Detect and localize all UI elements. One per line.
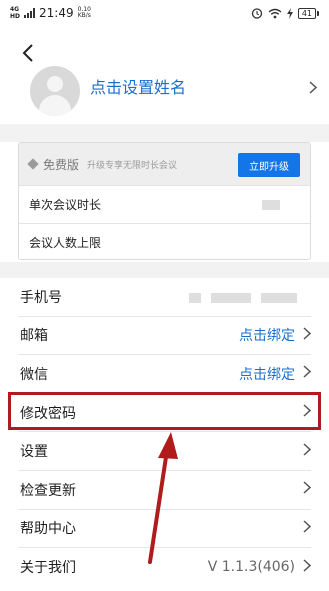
redacted-value — [262, 200, 280, 210]
status-left: 4G HD 21:49 0.10 KB/s — [10, 6, 91, 20]
menu-item-help-center[interactable]: 帮助中心 — [18, 510, 312, 549]
plan-row-label: 单次会议时长 — [29, 198, 102, 212]
menu-item-label: 手机号 — [20, 289, 62, 306]
menu-item-email[interactable]: 邮箱 点击绑定 — [18, 317, 312, 356]
network-tag: 4G — [10, 6, 20, 13]
network-tag-hd: HD — [10, 13, 21, 20]
section-divider — [0, 262, 329, 278]
charging-bolt-icon — [286, 7, 293, 19]
menu-item-label: 帮助中心 — [20, 521, 76, 538]
battery-level: 41 — [297, 7, 316, 19]
menu-item-label: 微信 — [20, 366, 48, 383]
plan-header: 免费版 升级专享无限时长会议 立即升级 — [19, 143, 310, 185]
chevron-right-icon — [303, 365, 312, 382]
battery-tip — [317, 10, 319, 16]
menu-item-label: 邮箱 — [20, 328, 48, 345]
plan-name: 免费版 — [43, 157, 80, 172]
diamond-icon — [27, 158, 39, 170]
speed-unit: KB/s — [77, 12, 91, 19]
status-right: 41 — [251, 7, 319, 19]
annotation-highlight-box — [8, 392, 321, 430]
bind-wechat-link[interactable]: 点击绑定 — [239, 364, 295, 384]
chevron-right-icon — [303, 443, 312, 460]
avatar-shoulders — [39, 95, 71, 116]
plan-row-duration: 单次会议时长 — [19, 185, 310, 223]
plan-row-participants: 会议人数上限 — [19, 223, 310, 259]
plan-row-label: 会议人数上限 — [29, 236, 102, 250]
plan-card: 免费版 升级专享无限时长会议 立即升级 单次会议时长 会议人数上限 — [18, 142, 311, 260]
alarm-icon — [251, 8, 262, 19]
signal-icon — [24, 8, 36, 18]
status-time: 21:49 — [39, 6, 74, 20]
section-divider — [0, 124, 329, 142]
avatar[interactable] — [30, 66, 80, 116]
chevron-right-icon — [303, 520, 312, 537]
menu-item-phone[interactable]: 手机号 — [18, 278, 311, 317]
battery-icon: 41 — [297, 7, 319, 19]
menu-item-label: 关于我们 — [20, 560, 76, 577]
menu-item-label: 设置 — [20, 444, 48, 461]
chevron-right-icon — [303, 559, 312, 576]
status-bar: 4G HD 21:49 0.10 KB/s 41 — [0, 0, 329, 26]
menu-item-label: 检查更新 — [20, 482, 76, 499]
plan-description: 升级专享无限时长会议 — [87, 160, 178, 171]
menu-item-about[interactable]: 关于我们 V 1.1.3(406) — [18, 548, 312, 587]
redacted-value — [261, 293, 297, 303]
avatar-head — [47, 76, 63, 92]
settings-menu: 手机号 邮箱 点击绑定 微信 点击绑定 修改密码 设置 检查更新 帮助中心 关于… — [0, 278, 329, 587]
profile-row[interactable]: 点击设置姓名 — [0, 60, 329, 122]
chevron-right-icon — [303, 327, 312, 344]
redacted-value — [211, 293, 251, 303]
wifi-icon — [268, 8, 282, 18]
upgrade-button[interactable]: 立即升级 — [238, 153, 300, 177]
network-speed: 0.10 KB/s — [78, 7, 91, 19]
redacted-value — [189, 293, 201, 303]
app-version: V 1.1.3(406) — [207, 559, 295, 576]
set-name-link[interactable]: 点击设置姓名 — [90, 74, 186, 98]
menu-item-check-update[interactable]: 检查更新 — [18, 471, 312, 510]
menu-item-wechat[interactable]: 微信 点击绑定 — [18, 355, 312, 394]
chevron-right-icon — [303, 481, 312, 498]
menu-item-settings[interactable]: 设置 — [18, 432, 312, 471]
chevron-right-icon — [309, 80, 318, 98]
bind-email-link[interactable]: 点击绑定 — [239, 325, 295, 345]
network-indicator: 4G HD — [10, 6, 20, 20]
